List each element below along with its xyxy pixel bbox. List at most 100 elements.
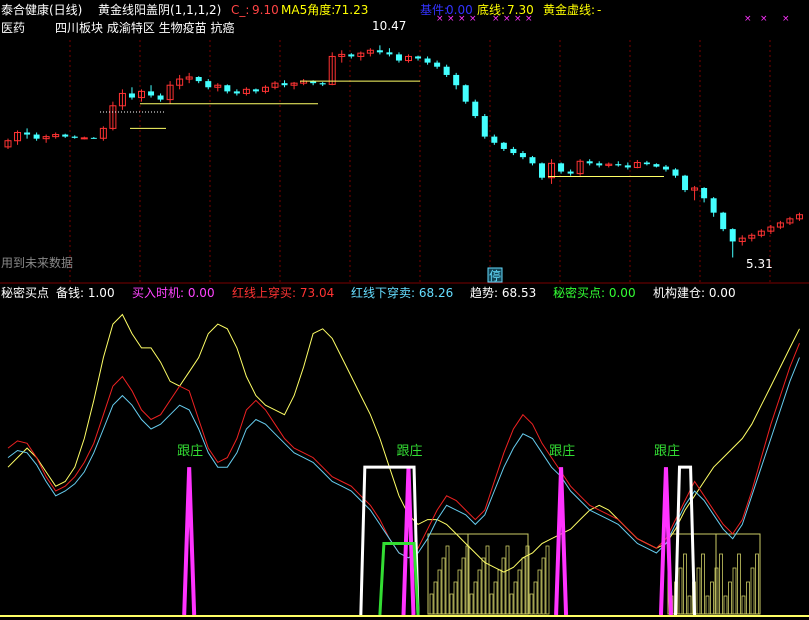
follow-label: 跟庄 (549, 443, 575, 459)
candle-body (252, 89, 259, 92)
candle-body (596, 163, 603, 166)
candle-body (481, 116, 488, 137)
volume-bar (705, 595, 710, 615)
candle-body (682, 175, 689, 191)
indicator-title: 秘密买点 (1, 285, 49, 300)
candle-body (205, 81, 212, 88)
volume-bar (517, 569, 522, 615)
indicator-value: 趋势: 68.53 (470, 286, 536, 300)
volume-bar (755, 553, 759, 615)
volume-bar (481, 557, 486, 615)
volume-bar (541, 557, 546, 615)
candle-body (500, 142, 507, 149)
candle-body (710, 198, 717, 213)
candle-body (233, 91, 240, 94)
candle-body (71, 136, 78, 138)
candle-body (643, 162, 650, 165)
candle-body (195, 77, 202, 82)
candle-body (672, 169, 679, 176)
follow-spike (658, 467, 673, 616)
volume-bar (746, 581, 750, 615)
gold-label: 黄金虚线: (543, 2, 595, 17)
candle-body (662, 166, 669, 170)
volume-bar (489, 593, 494, 615)
stop-badge-text: 停 (489, 268, 501, 283)
volume-bar (445, 545, 450, 615)
volume-bar (723, 595, 728, 615)
candle-body (434, 62, 441, 67)
volume-bar (433, 581, 438, 615)
volume-bar (533, 581, 538, 615)
follow-label: 跟庄 (177, 443, 203, 459)
stock-name: 泰合健康(日线) (1, 2, 82, 17)
candle-body (720, 212, 727, 230)
volume-bar (509, 593, 514, 615)
volume-bar (687, 595, 692, 615)
candle-body (90, 137, 97, 139)
candle-body (62, 134, 69, 137)
high-price-label: 10.47 (372, 19, 406, 33)
candle-body (529, 157, 536, 164)
price-panel: 10.475.31× × × × × × × × × × × (4, 14, 803, 282)
candle-body (729, 229, 736, 242)
volume-bar (719, 553, 723, 615)
gold-value: - (597, 3, 601, 17)
volume-bar (529, 593, 534, 615)
indicator-value: 机构建仓: 0.00 (653, 285, 736, 300)
candle-body (491, 136, 498, 143)
volume-bar (732, 567, 737, 615)
candle-body (148, 91, 155, 96)
candle-body (348, 54, 355, 57)
volume-bar (683, 553, 687, 615)
candle-body (701, 188, 708, 199)
candle-body (510, 148, 517, 154)
indicator-values: 备钱: 1.00 买入时机: 0.00 红线上穿买: 73.04 红线下穿卖: 68.… (56, 285, 736, 300)
indicator-value: 备钱: 1.00 (56, 285, 115, 300)
volume-bar (477, 569, 482, 615)
volume-bar (429, 593, 434, 615)
indicator-value: 红线下穿卖: 68.26 (351, 285, 453, 300)
candle-body (24, 132, 31, 135)
volume-bar (696, 567, 701, 615)
cut-value: 0.00 (446, 3, 473, 17)
follow-label: 跟庄 (654, 443, 680, 459)
follow-spike (554, 467, 569, 616)
candle-body (415, 56, 422, 59)
volume-bar (441, 557, 446, 615)
volume-bar (461, 557, 466, 615)
low-value: 7.30 (507, 3, 534, 17)
candle-body (462, 85, 469, 102)
candle-body (558, 163, 565, 172)
volume-bar (701, 553, 705, 615)
candle-body (519, 153, 526, 158)
volume-bar (505, 545, 510, 615)
ma5-value: 71.23 (334, 3, 368, 17)
volume-bar (537, 569, 542, 615)
volume-bar (497, 569, 502, 615)
signal-mark: × (760, 14, 768, 24)
candle-body (319, 83, 326, 85)
indicator-value: 红线上穿买: 73.04 (232, 285, 334, 300)
concept-tags: 四川板块 成渝特区 生物疫苗 抗癌 (55, 20, 234, 35)
candle-body (624, 165, 631, 168)
volume-bar (678, 567, 683, 615)
indicator-value: 秘密买点: 0.00 (553, 285, 636, 300)
indicator-value: 买入时机: 0.00 (132, 286, 215, 300)
volume-bar (741, 595, 746, 615)
candle-body (615, 164, 622, 166)
candle-body (443, 66, 450, 75)
low-price-label: 5.31 (746, 257, 773, 271)
candle-body (376, 50, 383, 53)
candle-body (386, 52, 393, 55)
follow-label: 跟庄 (397, 443, 423, 459)
volume-bar (449, 593, 454, 615)
volume-bar (501, 557, 506, 615)
white-hump (674, 465, 697, 616)
volume-bar (750, 567, 755, 615)
volume-bar (728, 581, 732, 615)
low-label: 底线: (477, 2, 505, 17)
volume-bar (521, 557, 526, 615)
stock-chart[interactable]: 10.475.31× × × × × × × × × × × 跟庄 跟庄 跟庄 跟庄 泰合健康(日线) 黄… (0, 0, 809, 620)
volume-bar (737, 553, 741, 615)
volume-bar (469, 593, 474, 615)
